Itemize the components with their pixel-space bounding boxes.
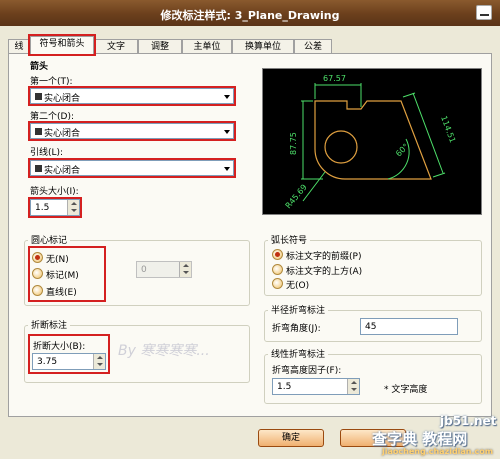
- radius-jog-title: 半径折弯标注: [268, 303, 329, 316]
- arrows-section-title: 箭头: [30, 62, 49, 72]
- center-mark-size-spinner: 0: [136, 261, 192, 278]
- first-arrow-value: 实心闭合: [44, 94, 81, 104]
- chevron-down-icon: [224, 130, 230, 134]
- first-arrow-label: 第一个(T):: [30, 77, 73, 87]
- spin-down-icon: [183, 271, 189, 274]
- tab-fit[interactable]: 调整: [138, 39, 182, 54]
- close-button[interactable]: [476, 5, 492, 20]
- style-preview: 67.57 87.75 114.51 60° R45.69: [262, 68, 482, 215]
- radio-off-icon: [272, 278, 283, 289]
- title-bar: 修改标注样式: 3_Plane_Drawing: [0, 0, 500, 26]
- leader-arrow-label: 引线(L):: [30, 148, 64, 158]
- linear-jog-title: 线性折弯标注: [268, 347, 329, 360]
- spin-down-icon: [351, 388, 357, 391]
- tab-lines[interactable]: 线: [8, 39, 30, 54]
- tab-text[interactable]: 文字: [94, 39, 138, 54]
- jog-angle-label: 折弯角度(J):: [272, 324, 321, 334]
- radio-label: 直线(E): [46, 288, 77, 298]
- spin-up-icon: [351, 381, 357, 384]
- radio-label: 标注文字的前缀(P): [286, 252, 362, 262]
- tab-primary-units[interactable]: 主单位: [182, 39, 232, 54]
- spinner-buttons[interactable]: [67, 200, 79, 215]
- spinner-buttons[interactable]: [93, 354, 105, 369]
- radio-label: 标注文字的上方(A): [286, 267, 363, 277]
- radio-off-icon: [32, 285, 43, 296]
- tab-symbols-arrows[interactable]: 符号和箭头: [28, 34, 96, 56]
- brand-watermark: 查字典 教程网: [372, 430, 468, 448]
- jog-angle-input[interactable]: 45: [360, 318, 458, 335]
- spin-up-icon: [71, 202, 77, 205]
- dim-break-title: 折断标注: [28, 318, 71, 331]
- preview-radius: R45.69: [284, 183, 309, 211]
- arc-symbol-title: 弧长符号: [268, 233, 311, 246]
- radio-label: 无(O): [286, 281, 310, 291]
- arrow-swatch-icon: [35, 165, 42, 172]
- break-size-value: 3.75: [37, 357, 58, 367]
- jog-angle-value: 45: [365, 322, 377, 332]
- signature-watermark: By 寒寒寒寒...: [118, 343, 210, 359]
- radio-label: 无(N): [46, 255, 69, 265]
- radio-on-icon: [32, 252, 43, 263]
- preview-part-outline: [314, 100, 432, 180]
- preview-dim-top: 67.57: [323, 74, 346, 83]
- arrow-swatch-icon: [35, 128, 42, 135]
- jog-height-spinner[interactable]: 1.5: [272, 378, 360, 395]
- jog-height-value: 1.5: [277, 382, 292, 392]
- second-arrow-label: 第二个(D):: [30, 112, 74, 122]
- chevron-down-icon: [224, 95, 230, 99]
- arrow-size-spinner[interactable]: 1.5: [28, 197, 82, 218]
- arrow-swatch-icon: [35, 93, 42, 100]
- spin-up-icon: [97, 356, 103, 359]
- tab-alternate-units[interactable]: 换算单位: [232, 39, 294, 54]
- first-arrow-dropdown[interactable]: 实心闭合: [28, 86, 236, 106]
- second-arrow-value: 实心闭合: [44, 129, 81, 139]
- break-size-spinner[interactable]: 3.75: [32, 353, 106, 370]
- jog-height-label: 折弯高度因子(F):: [272, 366, 342, 376]
- spin-down-icon: [97, 363, 103, 366]
- window-title: 修改标注样式: 3_Plane_Drawing: [160, 9, 340, 22]
- arrow-size-value: 1.5: [35, 203, 50, 213]
- spin-down-icon: [71, 209, 77, 212]
- preview-dim-left: 87.75: [289, 132, 298, 155]
- leader-arrow-dropdown[interactable]: 实心闭合: [28, 158, 236, 178]
- center-mark-size-value: 0: [141, 265, 147, 275]
- ok-button[interactable]: 确定: [258, 429, 324, 447]
- site-watermark: jb51.net: [440, 414, 497, 428]
- tab-tolerances[interactable]: 公差: [294, 39, 332, 54]
- break-size-label: 折断大小(B):: [33, 342, 86, 352]
- text-height-suffix: * 文字高度: [384, 385, 428, 395]
- chevron-down-icon: [224, 167, 230, 171]
- radio-label: 标记(M): [46, 271, 79, 281]
- spinner-buttons: [179, 262, 191, 277]
- radio-on-icon: [272, 249, 283, 260]
- radio-off-icon: [32, 268, 43, 279]
- leader-arrow-value: 实心闭合: [44, 166, 81, 176]
- preview-hole: [324, 130, 358, 164]
- second-arrow-dropdown[interactable]: 实心闭合: [28, 121, 236, 141]
- url-watermark: jiaocheng.chazidian.com: [382, 447, 494, 456]
- spin-up-icon: [183, 264, 189, 267]
- close-icon: [480, 14, 489, 16]
- arrow-size-label: 箭头大小(I):: [30, 187, 79, 197]
- spinner-buttons[interactable]: [347, 379, 359, 394]
- radio-off-icon: [272, 264, 283, 275]
- center-marks-title: 圆心标记: [28, 233, 71, 246]
- tab-strip: 线 符号和箭头 文字 调整 主单位 换算单位 公差: [8, 34, 492, 56]
- preview-drawing: 67.57 87.75 114.51 60° R45.69: [284, 74, 458, 211]
- preview-dim-right: 114.51: [439, 115, 457, 144]
